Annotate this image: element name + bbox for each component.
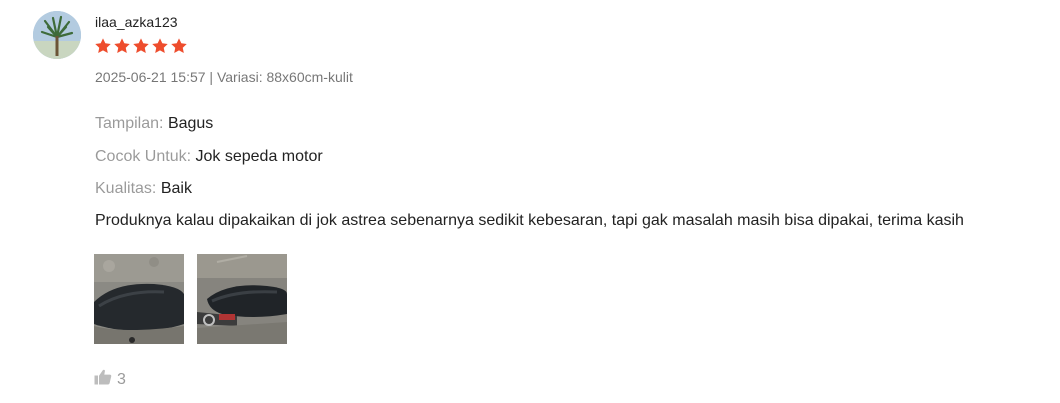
attribute-label: Kualitas: [95,180,157,197]
review-meta: 2025-06-21 15:57 | Variasi: 88x60cm-kuli… [95,69,353,85]
review-comment: Produknya kalau dipakaikan di jok astrea… [95,212,964,229]
username[interactable]: ilaa_azka123 [95,14,178,30]
review-photo-thumbnail[interactable] [197,254,287,344]
avatar[interactable] [33,11,81,59]
avatar-image [33,11,81,59]
rating-stars [94,37,188,55]
attribute-row: Tampilan: Bagus [95,108,323,141]
star-icon [151,37,169,55]
review-attributes: Tampilan: Bagus Cocok Untuk: Jok sepeda … [95,108,323,206]
attribute-label: Cocok Untuk: [95,147,192,165]
attribute-row: Kualitas: Baik [95,173,323,206]
motorcycle-seat-photo-1 [94,254,184,344]
attribute-value: Bagus [167,115,214,132]
attribute-row: Cocok Untuk: Jok sepeda motor [95,141,323,174]
review-photo-thumbnail[interactable] [94,254,184,344]
star-icon [132,37,150,55]
like-count: 3 [117,370,126,388]
attribute-value: Baik [160,180,192,197]
attribute-value: Jok sepeda motor [195,147,323,165]
like-button[interactable]: 3 [94,369,126,390]
star-icon [94,37,112,55]
thumbs-up-icon [94,369,112,390]
review-photos [94,254,287,344]
star-icon [113,37,131,55]
motorcycle-seat-photo-2 [197,254,287,344]
attribute-label: Tampilan: [95,115,164,132]
star-icon [170,37,188,55]
